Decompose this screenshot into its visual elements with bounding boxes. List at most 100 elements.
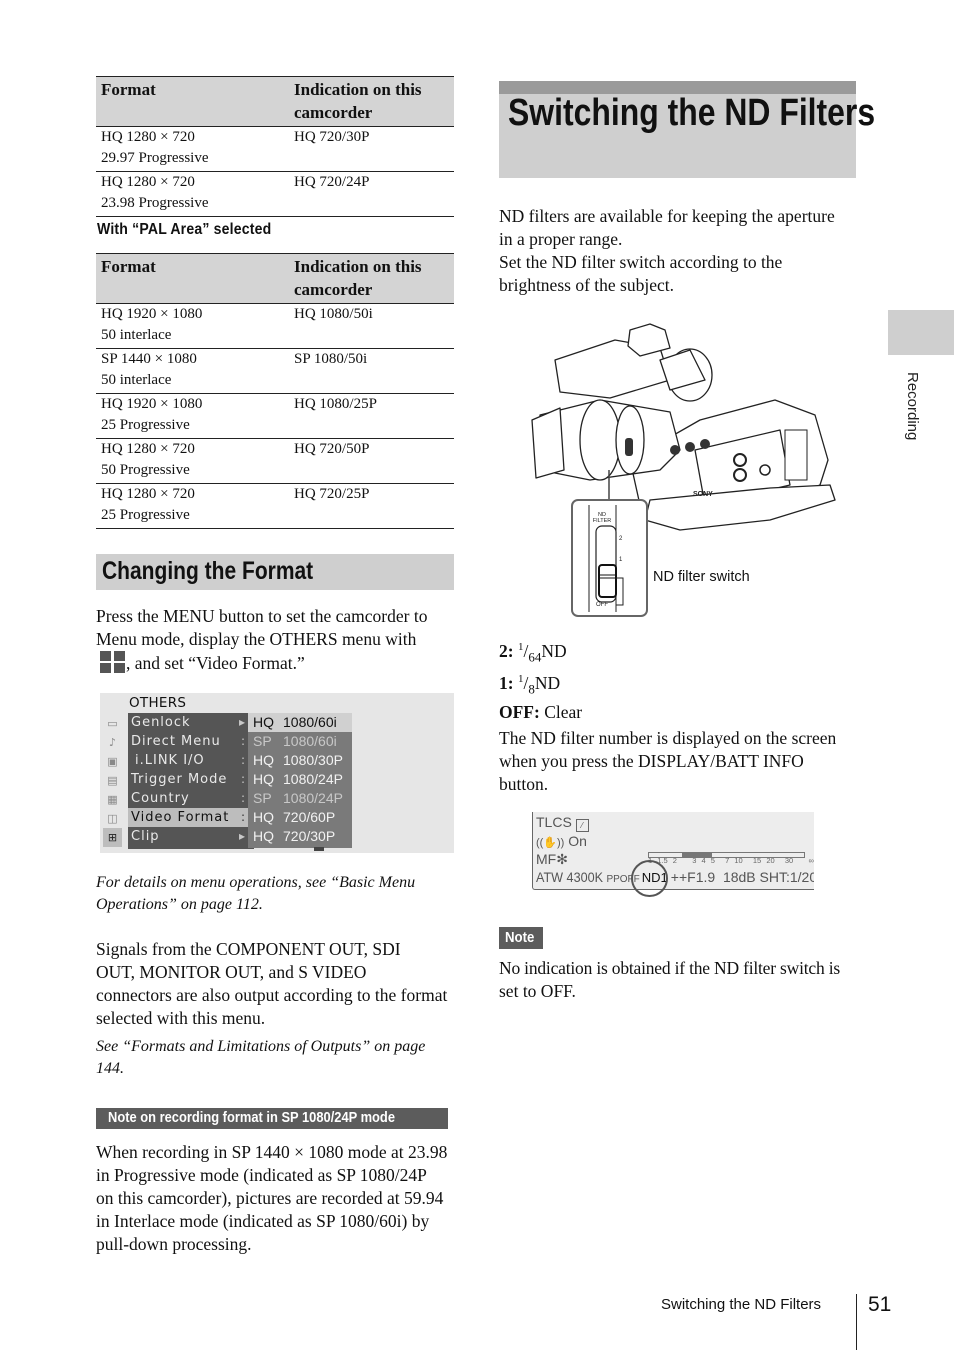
intro-text: , and set “Video Format.”	[126, 653, 305, 673]
menu-item-label: Trigger Mode	[131, 772, 228, 787]
pal-area-heading: With “PAL Area” selected	[97, 221, 272, 238]
setting-key: OFF:	[499, 701, 540, 722]
reference-line: See “Formats and Limitations of Outputs”…	[96, 1038, 426, 1055]
option-quality: HQ	[253, 752, 274, 768]
setting-key: 1:	[499, 673, 514, 694]
menu-item-label: Country	[131, 791, 190, 806]
indication-cell: HQ 720/50P	[289, 438, 454, 484]
menu-title: OTHERS	[129, 695, 187, 711]
paragraph-line: ND filters are available for keeping the…	[499, 206, 835, 226]
option-hq-1080-60i[interactable]: HQ 1080/60i	[248, 713, 352, 732]
handle	[627, 323, 671, 357]
table-row: HQ 1280 × 720 23.98 Progressive HQ 720/24…	[96, 171, 454, 217]
paragraph-line: Signals from the COMPONENT OUT, SDI	[96, 939, 401, 959]
menu-operations-reference: For details on menu operations, see “Bas…	[96, 872, 456, 916]
page-number: 51	[868, 1293, 892, 1316]
table-row: HQ 1920 × 1080 50 interlace HQ 1080/50i	[96, 303, 454, 349]
setting-key: 2:	[499, 640, 514, 661]
format-cell: HQ 1280 × 720	[101, 486, 195, 502]
menu-item-separator: :	[240, 772, 246, 786]
format-cell-sub: 50 interlace	[101, 372, 172, 388]
menu-item-genlock[interactable]: Genlock ▸	[128, 713, 254, 732]
paragraph-line: in a proper range.	[499, 229, 623, 249]
submenu-arrow-icon: ▸	[238, 829, 246, 843]
exposure-readout: ++F1.9 18dB SHT:1/2000	[670, 869, 814, 885]
nd-note-body: No indication is obtained if the ND filt…	[499, 957, 861, 1003]
paragraph-line: When recording in SP 1440 × 1080 mode at…	[96, 1142, 448, 1162]
camera-icon: ▭	[107, 717, 118, 730]
sp-1080-24p-note-heading: Note on recording format in SP 1080/24P …	[108, 1109, 395, 1126]
indication-cell: SP 1080/50i	[289, 348, 454, 394]
menu-item-clip[interactable]: Clip ▸	[128, 827, 254, 846]
paragraph-line: brightness of the subject.	[499, 275, 674, 295]
lcd-line-tlcs: TLCS ⁄	[536, 814, 589, 832]
nd-indicator-highlight-circle	[631, 860, 668, 897]
option-value: 1080/60i	[283, 714, 337, 730]
nd-filters-heading: Switching the ND Filters	[508, 92, 876, 134]
option-value: 720/60P	[283, 809, 336, 825]
option-quality: HQ	[253, 771, 274, 787]
tc-icon: ▦	[107, 793, 118, 806]
option-value: 1080/24P	[283, 790, 343, 806]
menu-item-trigger-mode[interactable]: Trigger Mode:	[128, 770, 254, 789]
intro-line: , and set “Video Format.”	[96, 651, 456, 675]
zoom-ring	[579, 399, 621, 481]
paragraph-line: in Interlace mode (indicated as SP 1080/…	[96, 1211, 430, 1231]
format-cell-sub: 50 Progressive	[101, 462, 190, 478]
setting-suffix: ND	[541, 640, 567, 661]
menu-item-country[interactable]: Country:	[128, 789, 254, 808]
note-label-bar: Note	[499, 927, 543, 949]
menu-item-video-format[interactable]: Video Format:	[128, 808, 254, 827]
option-hq-1080-30p[interactable]: HQ 1080/30P	[248, 751, 352, 770]
nd-display-paragraph: The ND filter number is displayed on the…	[499, 727, 859, 796]
section-tab-label: Recording	[904, 372, 921, 441]
table-row: HQ 1280 × 720 29.97 Progressive HQ 720/30…	[96, 126, 454, 172]
audio-icon: ♪	[108, 736, 117, 749]
signals-paragraph: Signals from the COMPONENT OUT, SDI OUT,…	[96, 938, 458, 1030]
lcd-line-steadyshot: ((✋)) On	[536, 833, 587, 849]
switch-slider[interactable]	[598, 564, 617, 598]
menu-item-label: Clip	[131, 829, 160, 844]
option-hq-1080-24p[interactable]: HQ 1080/24P	[248, 770, 352, 789]
menu-item-label: Genlock	[131, 715, 191, 730]
filter-label: FILTER	[593, 518, 612, 524]
fraction-numerator: 1	[517, 641, 524, 653]
column-header-format: Format	[96, 253, 289, 304]
option-sp-1080-24p[interactable]: SP 1080/24P	[248, 789, 352, 808]
indication-cell: HQ 720/24P	[289, 171, 454, 217]
format-cell: HQ 1920 × 1080	[101, 306, 203, 322]
format-cell: SP 1440 × 1080	[101, 351, 197, 367]
option-quality: HQ	[253, 714, 274, 730]
option-hq-720-60p[interactable]: HQ 720/60P	[248, 808, 352, 827]
reference-line: 144.	[96, 1060, 124, 1077]
paragraph-line: on this camcorder), pictures are recorde…	[96, 1188, 444, 1208]
paragraph-line: connectors are also output according to …	[96, 985, 448, 1005]
sp-1080-24p-note-heading-bar: Note on recording format in SP 1080/24P …	[96, 1108, 448, 1129]
lcd-line-focus: MF✻	[536, 851, 568, 867]
changing-format-heading: Changing the Format	[102, 557, 314, 585]
menu-item-ilink-io[interactable]: i.LINK I/O:	[128, 751, 254, 770]
option-sp-1080-60i[interactable]: SP 1080/60i	[248, 732, 352, 751]
lcd-status-display: TLCS ⁄ ((✋)) On MF✻ 1 1.5 2 3 4 5 7 10 1…	[532, 812, 814, 890]
reference-line: Operations” on page 112.	[96, 896, 263, 913]
video-format-options: HQ 1080/60i SP 1080/60i HQ 1080/30P HQ 1080/…	[248, 713, 352, 848]
column-header-format: Format	[96, 76, 289, 127]
format-cell-sub: 50 interlace	[101, 327, 172, 343]
paragraph-line: No indication is obtained if the ND filt…	[499, 958, 840, 978]
brand-logo: SONY	[693, 491, 713, 498]
lcd-line-exposure: ATW 4300KPPOFFND1++F1.9 18dB SHT:1/2000	[536, 869, 814, 885]
paragraph-line: The ND filter number is displayed on the…	[499, 728, 837, 748]
nd-intro: ND filters are available for keeping the…	[499, 205, 859, 297]
menu-item-list: Genlock ▸ Direct Menu: i.LINK I/O: Trigge…	[128, 713, 254, 849]
setting-suffix: ND	[534, 673, 561, 694]
submenu-arrow-icon: ▸	[238, 715, 246, 729]
format-cell: HQ 1280 × 720	[101, 174, 195, 190]
note-label: Note	[505, 929, 535, 946]
option-value: 1080/24P	[283, 771, 343, 787]
others-menu-icon	[100, 651, 126, 673]
lens-hood	[531, 407, 565, 479]
option-hq-720-30p[interactable]: HQ 720/30P	[248, 827, 352, 846]
position-off-label: OFF	[596, 602, 608, 608]
paragraph-line: in Progressive mode (indicated as SP 108…	[96, 1165, 427, 1185]
menu-item-direct-menu[interactable]: Direct Menu:	[128, 732, 254, 751]
